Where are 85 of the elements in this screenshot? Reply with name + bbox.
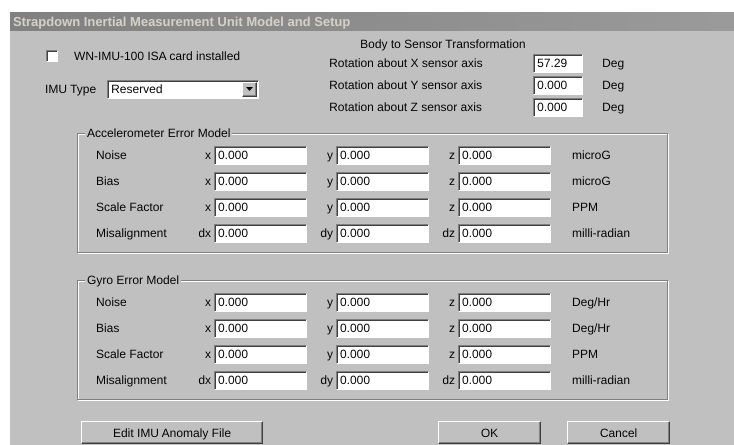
input-field[interactable]: 0.000	[336, 224, 429, 242]
unit-label: Deg	[602, 99, 624, 116]
input-field[interactable]: 0.000	[336, 292, 429, 312]
axis-label: x	[204, 147, 212, 164]
axis-label: y	[326, 346, 334, 363]
axis-label: y	[326, 173, 334, 190]
input-field[interactable]: 0.000	[336, 370, 429, 390]
axis-label: dy	[319, 372, 334, 389]
input-field[interactable]: 0.000	[336, 318, 429, 338]
dialog-button[interactable]: OK	[438, 421, 541, 444]
input-field[interactable]: 0.000	[214, 370, 307, 390]
input-field[interactable]: 0.000	[458, 172, 551, 190]
unit-label: Deg/Hr	[572, 320, 610, 337]
axis-label: x	[204, 294, 212, 311]
unit-label: Deg	[602, 77, 624, 94]
axis-label: z	[448, 199, 456, 216]
input-field[interactable]: 0.000	[336, 146, 429, 164]
row-label: Scale Factor	[96, 199, 164, 216]
axis-label: z	[448, 294, 456, 311]
row-label: Noise	[96, 294, 128, 311]
checkbox[interactable]	[46, 50, 58, 62]
axis-label: dy	[319, 225, 334, 242]
window-title: Strapdown Inertial Measurement Unit Model and Setup	[13, 12, 350, 31]
input-field[interactable]: 0.000	[458, 146, 551, 164]
row-label: Scale Factor	[96, 346, 164, 363]
axis-label: y	[326, 320, 334, 337]
group-title: Gyro Error Model	[85, 273, 182, 288]
input-field[interactable]: 0.000	[533, 98, 584, 116]
imu-type-dropdown[interactable]: Reserved	[107, 80, 260, 98]
input-field[interactable]: 0.000	[336, 344, 429, 364]
unit-label: PPM	[572, 346, 598, 363]
row-label: Misalignment	[96, 372, 168, 389]
unit-label: microG	[572, 147, 611, 164]
checkbox-label: WN-IMU-100 ISA card installed	[74, 48, 240, 65]
axis-label: z	[448, 346, 456, 363]
input-field[interactable]: 0.000	[458, 344, 551, 364]
unit-label: microG	[572, 173, 611, 190]
input-field[interactable]: 0.000	[214, 198, 307, 216]
row-label: Noise	[96, 147, 128, 164]
field-label: Rotation about Z sensor axis	[329, 99, 483, 116]
input-field[interactable]: 0.000	[458, 198, 551, 216]
imu-type-label: IMU Type	[45, 81, 96, 98]
axis-label: dx	[197, 372, 212, 389]
axis-label: z	[448, 173, 456, 190]
input-field[interactable]: 0.000	[214, 292, 307, 312]
axis-label: x	[204, 320, 212, 337]
field-label: Rotation about Y sensor axis	[329, 77, 484, 94]
unit-label: milli-radian	[572, 372, 630, 389]
unit-label: milli-radian	[572, 225, 630, 242]
row-label: Misalignment	[96, 225, 168, 242]
caret-icon	[246, 87, 254, 91]
row-label: Bias	[96, 320, 120, 337]
dialog-button[interactable]: Edit IMU Anomaly File	[81, 421, 263, 444]
input-field[interactable]: 0.000	[336, 198, 429, 216]
axis-label: z	[448, 147, 456, 164]
input-field[interactable]: 0.000	[214, 146, 307, 164]
input-field[interactable]: 0.000	[214, 172, 307, 190]
axis-label: dz	[441, 372, 456, 389]
input-field[interactable]: 0.000	[458, 292, 551, 312]
field-label: Rotation about X sensor axis	[329, 55, 484, 72]
input-field[interactable]: 0.000	[533, 76, 584, 94]
axis-label: y	[326, 294, 334, 311]
axis-label: y	[326, 199, 334, 216]
section-title: Body to Sensor Transformation	[360, 36, 526, 53]
axis-label: x	[204, 199, 212, 216]
axis-label: x	[204, 346, 212, 363]
input-field[interactable]: 0.000	[458, 224, 551, 242]
unit-label: Deg	[602, 55, 624, 72]
axis-label: z	[448, 320, 456, 337]
axis-label: x	[204, 173, 212, 190]
axis-label: dx	[197, 225, 212, 242]
input-field[interactable]: 0.000	[336, 172, 429, 190]
input-field[interactable]: 0.000	[214, 344, 307, 364]
input-field[interactable]: 0.000	[458, 318, 551, 338]
input-field[interactable]: 0.000	[214, 224, 307, 242]
row-label: Bias	[96, 173, 120, 190]
dropdown-arrow-button[interactable]	[242, 82, 258, 96]
axis-label: dz	[441, 225, 456, 242]
unit-label: PPM	[572, 199, 598, 216]
axis-label: y	[326, 147, 334, 164]
dialog-button[interactable]: Cancel	[567, 421, 670, 444]
input-field[interactable]: 0.000	[214, 318, 307, 338]
unit-label: Deg/Hr	[572, 294, 610, 311]
input-field[interactable]: 57.29	[533, 54, 584, 72]
input-field[interactable]: 0.000	[458, 370, 551, 390]
